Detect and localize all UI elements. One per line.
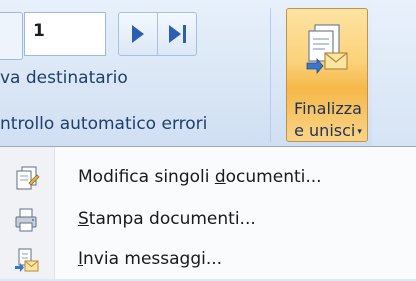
finalize-label-line2: e unisci ▾ — [287, 121, 369, 140]
label-part: tampa documenti... — [88, 209, 256, 229]
menu-item-label: Modifica singoli documenti... — [78, 167, 322, 187]
menu-item-send-messages[interactable]: Invia messaggi... — [0, 241, 416, 281]
edit-documents-icon — [16, 166, 40, 190]
finalize-and-merge-button[interactable]: Finalizza e unisci ▾ — [286, 8, 368, 142]
ribbon-background-strip — [372, 0, 416, 146]
chevron-down-icon: ▾ — [357, 127, 362, 137]
last-bar-icon — [182, 25, 186, 43]
menu-item-print-documents[interactable]: Stampa documenti... — [0, 201, 416, 241]
previous-record-button[interactable] — [0, 12, 23, 60]
accelerator-key: d — [214, 167, 226, 187]
label-part: Modifica singoli — [78, 167, 215, 187]
print-documents-icon — [15, 208, 37, 232]
ribbon-panel: 1 va destinatario ntrollo automatico err… — [0, 0, 416, 146]
menu-item-edit-documents[interactable]: Modifica singoli documenti... — [0, 159, 416, 199]
finalize-merge-icon — [306, 24, 348, 75]
finalize-label-line1: Finalizza — [294, 99, 362, 118]
finalize-label-line2-text: e unisci — [294, 121, 356, 140]
label-part: nvia messaggi... — [83, 249, 223, 269]
menu-item-label: Invia messaggi... — [78, 249, 222, 269]
finalize-dropdown-menu: Modifica singoli documenti... Stampa doc… — [0, 146, 416, 279]
next-record-button[interactable] — [118, 12, 158, 56]
record-number-input[interactable]: 1 — [24, 12, 106, 56]
menu-item-label: Stampa documenti... — [78, 209, 256, 229]
accelerator-key: S — [78, 209, 89, 229]
label-part: ocumenti... — [225, 167, 322, 187]
ribbon-divider — [270, 8, 271, 142]
last-arrow-icon — [168, 25, 181, 43]
find-recipient-button[interactable]: va destinatario — [0, 68, 128, 88]
next-arrow-icon — [132, 25, 144, 43]
last-record-button[interactable] — [157, 12, 197, 56]
auto-check-errors-button[interactable]: ntrollo automatico errori — [0, 114, 207, 134]
send-email-icon — [15, 248, 39, 272]
